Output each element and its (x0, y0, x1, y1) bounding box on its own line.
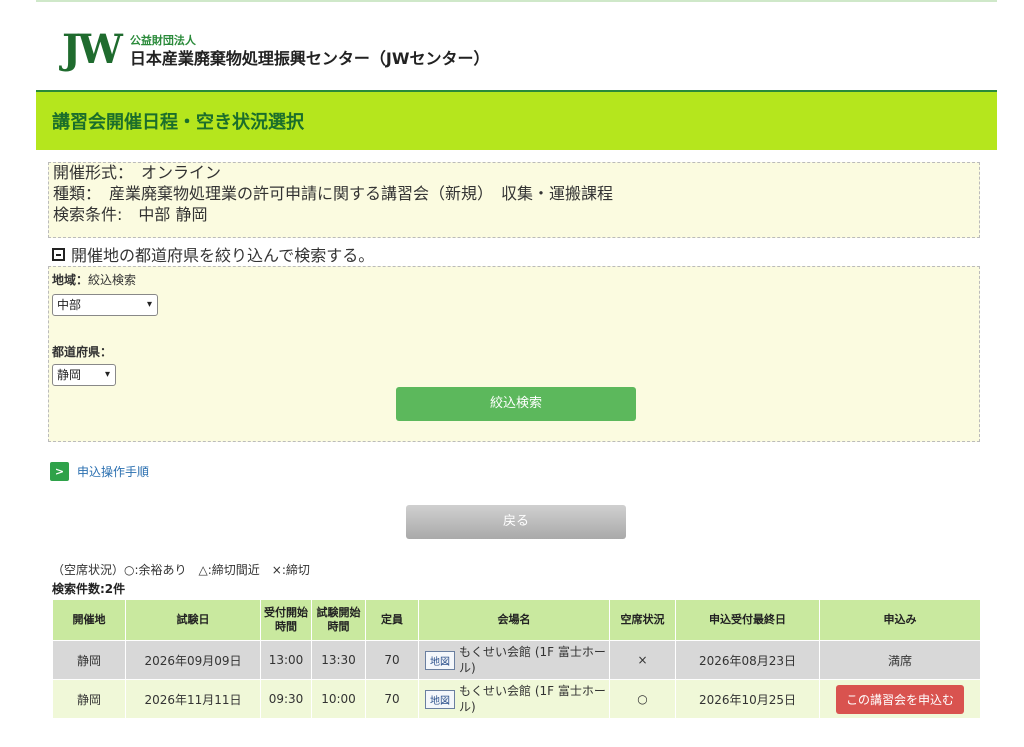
filter-search-button[interactable]: 絞込検索 (396, 387, 636, 421)
header-capacity: 定員 (365, 599, 419, 641)
cell-exam-start: 10:00 (311, 679, 366, 719)
table-header-row: 開催地 試験日 受付開始時間 試験開始時間 定員 会場名 空席状況 申込受付最終… (52, 599, 981, 641)
cell-apply-status: 満席 (819, 640, 981, 680)
header-vacancy: 空席状況 (609, 599, 676, 641)
logo-subtitle: 公益財団法人 (129, 34, 196, 47)
logo-mark: JW (62, 26, 123, 73)
filter-toggle-label[interactable]: 開催地の都道府県を絞り込んで検索する。 (71, 242, 374, 266)
page-title: 講習会開催日程・空き状況選択 (52, 112, 304, 133)
result-count: 検索件数:2件 (52, 582, 126, 596)
type-info: 種類： 産業廃棄物処理業の許可申請に関する講習会（新規） 収集・運搬課程 (53, 184, 614, 203)
page-header: 講習会開催日程・空き状況選択 (36, 90, 997, 150)
schedule-table: 開催地 試験日 受付開始時間 試験開始時間 定員 会場名 空席状況 申込受付最終… (52, 599, 981, 719)
procedure-link[interactable]: > 申込操作手順 (50, 462, 149, 481)
cell-apply: この講習会を申込む (819, 679, 981, 719)
cell-venue: 地図 もくせい会館 (1F 富士ホール) (418, 640, 610, 680)
cell-place: 静岡 (52, 640, 126, 680)
course-info-box: 開催形式： オンライン 種類： 産業廃棄物処理業の許可申請に関する講習会（新規）… (48, 162, 980, 238)
map-button[interactable]: 地図 (425, 689, 455, 709)
logo-text: 公益財団法人 日本産業廃棄物処理振興センター（JWセンター） (130, 34, 490, 70)
top-border (36, 0, 997, 2)
header-place: 開催地 (52, 599, 126, 641)
venue-wrap: 地図 もくせい会館 (1F 富士ホール) (421, 644, 607, 676)
procedure-link-label[interactable]: 申込操作手順 (77, 463, 149, 480)
cell-capacity: 70 (365, 640, 419, 680)
cell-reception-start: 09:30 (260, 679, 312, 719)
vacancy-legend: （空席状況）○:余裕あり △:締切間近 ×:締切 (52, 563, 310, 577)
collapse-icon[interactable] (52, 247, 65, 261)
cell-venue: 地図 もくせい会館 (1F 富士ホール) (418, 679, 610, 719)
cell-reception-start: 13:00 (260, 640, 312, 680)
arrow-right-icon: > (50, 462, 69, 481)
filter-panel: 地域：絞込検索 中部 ▾ 都道府県： 静岡 ▾ 絞込検索 (48, 266, 980, 442)
back-button[interactable]: 戻る (406, 505, 626, 539)
cell-capacity: 70 (365, 679, 419, 719)
header-apply: 申込み (819, 599, 981, 641)
logo-organization-name: 日本産業廃棄物処理振興センター（JWセンター） (129, 49, 490, 68)
format-info: 開催形式： オンライン (53, 163, 222, 182)
table-row: 静岡 2026年11月11日 09:30 10:00 70 地図 もくせい会館 … (52, 679, 981, 719)
venue-wrap: 地図 もくせい会館 (1F 富士ホール) (421, 683, 607, 715)
cell-deadline: 2026年10月25日 (675, 679, 820, 719)
region-sublabel: 絞込検索 (88, 273, 137, 287)
header-deadline: 申込受付最終日 (675, 599, 820, 641)
header-reception-start: 受付開始時間 (260, 599, 312, 641)
site-logo[interactable]: JW 公益財団法人 日本産業廃棄物処理振興センター（JWセンター） (62, 28, 489, 72)
table-row: 静岡 2026年09月09日 13:00 13:30 70 地図 もくせい会館 … (52, 640, 981, 680)
filter-toggle[interactable]: 開催地の都道府県を絞り込んで検索する。 (52, 242, 374, 266)
region-label: 地域：絞込検索 (52, 273, 137, 287)
cell-exam-date: 2026年11月11日 (125, 679, 261, 719)
header-venue: 会場名 (418, 599, 610, 641)
venue-name: もくせい会館 (1F 富士ホール) (459, 684, 606, 714)
cell-vacancy: ○ (609, 679, 676, 719)
search-conditions-info: 検索条件: 中部 静岡 (53, 205, 208, 224)
venue-name: もくせい会館 (1F 富士ホール) (459, 645, 606, 675)
cell-exam-date: 2026年09月09日 (125, 640, 261, 680)
cell-vacancy: × (609, 640, 676, 680)
chevron-down-icon: ▾ (104, 369, 110, 380)
cell-deadline: 2026年08月23日 (675, 640, 820, 680)
cell-exam-start: 13:30 (311, 640, 366, 680)
region-select[interactable]: 中部 ▾ (52, 294, 158, 316)
map-button[interactable]: 地図 (425, 650, 455, 670)
prefecture-select[interactable]: 静岡 ▾ (52, 364, 116, 386)
apply-button[interactable]: この講習会を申込む (835, 684, 964, 714)
header-exam-date: 試験日 (125, 599, 261, 641)
header-exam-start: 試験開始時間 (311, 599, 366, 641)
prefecture-label: 都道府県： (52, 345, 113, 359)
cell-place: 静岡 (52, 679, 126, 719)
chevron-down-icon: ▾ (146, 299, 152, 310)
